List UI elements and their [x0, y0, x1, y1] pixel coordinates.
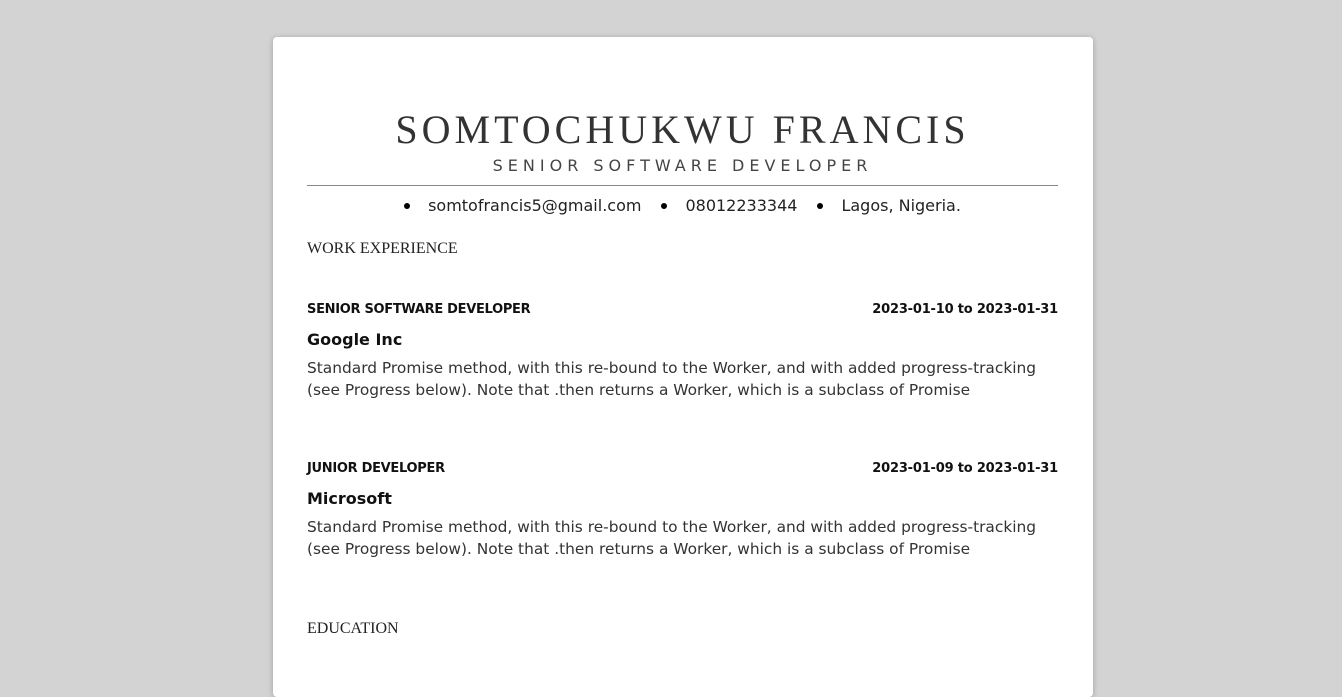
bullet-icon [404, 203, 411, 209]
bullet-icon [817, 203, 824, 209]
phone-text: 08012233344 [685, 196, 798, 215]
job-header: SENIOR SOFTWARE DEVELOPER 2023-01-10 to … [307, 301, 1058, 319]
job-dates: 2023-01-09 to 2023-01-31 [872, 461, 1058, 476]
section-title-education: EDUCATION [307, 620, 399, 637]
contact-email: somtofrancis5@gmail.com [404, 195, 641, 217]
job-entry: JUNIOR DEVELOPER 2023-01-09 to 2023-01-3… [307, 460, 1058, 560]
job-dates: 2023-01-10 to 2023-01-31 [872, 302, 1058, 317]
bullet-icon [661, 203, 668, 209]
job-title: SENIOR SOFTWARE DEVELOPER [307, 302, 531, 317]
job-header: JUNIOR DEVELOPER 2023-01-09 to 2023-01-3… [307, 460, 1058, 478]
section-title-work-experience: WORK EXPERIENCE [307, 240, 458, 257]
job-description: Standard Promise method, with this re-bo… [307, 359, 1037, 399]
job-title: JUNIOR DEVELOPER [307, 461, 445, 476]
header-divider [307, 185, 1058, 186]
resume-name: SOMTOCHUKWU FRANCIS [395, 107, 970, 152]
contact-phone: 08012233344 [661, 195, 797, 217]
job-description: Standard Promise method, with this re-bo… [307, 518, 1037, 558]
job-company: Microsoft [307, 489, 392, 508]
email-text: somtofrancis5@gmail.com [428, 196, 642, 215]
contact-location: Lagos, Nigeria. [817, 195, 961, 217]
job-entry: SENIOR SOFTWARE DEVELOPER 2023-01-10 to … [307, 301, 1058, 401]
location-text: Lagos, Nigeria. [841, 196, 961, 215]
resume-page: SOMTOCHUKWU FRANCIS SENIOR SOFTWARE DEVE… [273, 37, 1093, 697]
contact-list: somtofrancis5@gmail.com 08012233344 Lago… [307, 195, 1058, 217]
resume-role: SENIOR SOFTWARE DEVELOPER [492, 156, 873, 175]
job-company: Google Inc [307, 330, 403, 349]
